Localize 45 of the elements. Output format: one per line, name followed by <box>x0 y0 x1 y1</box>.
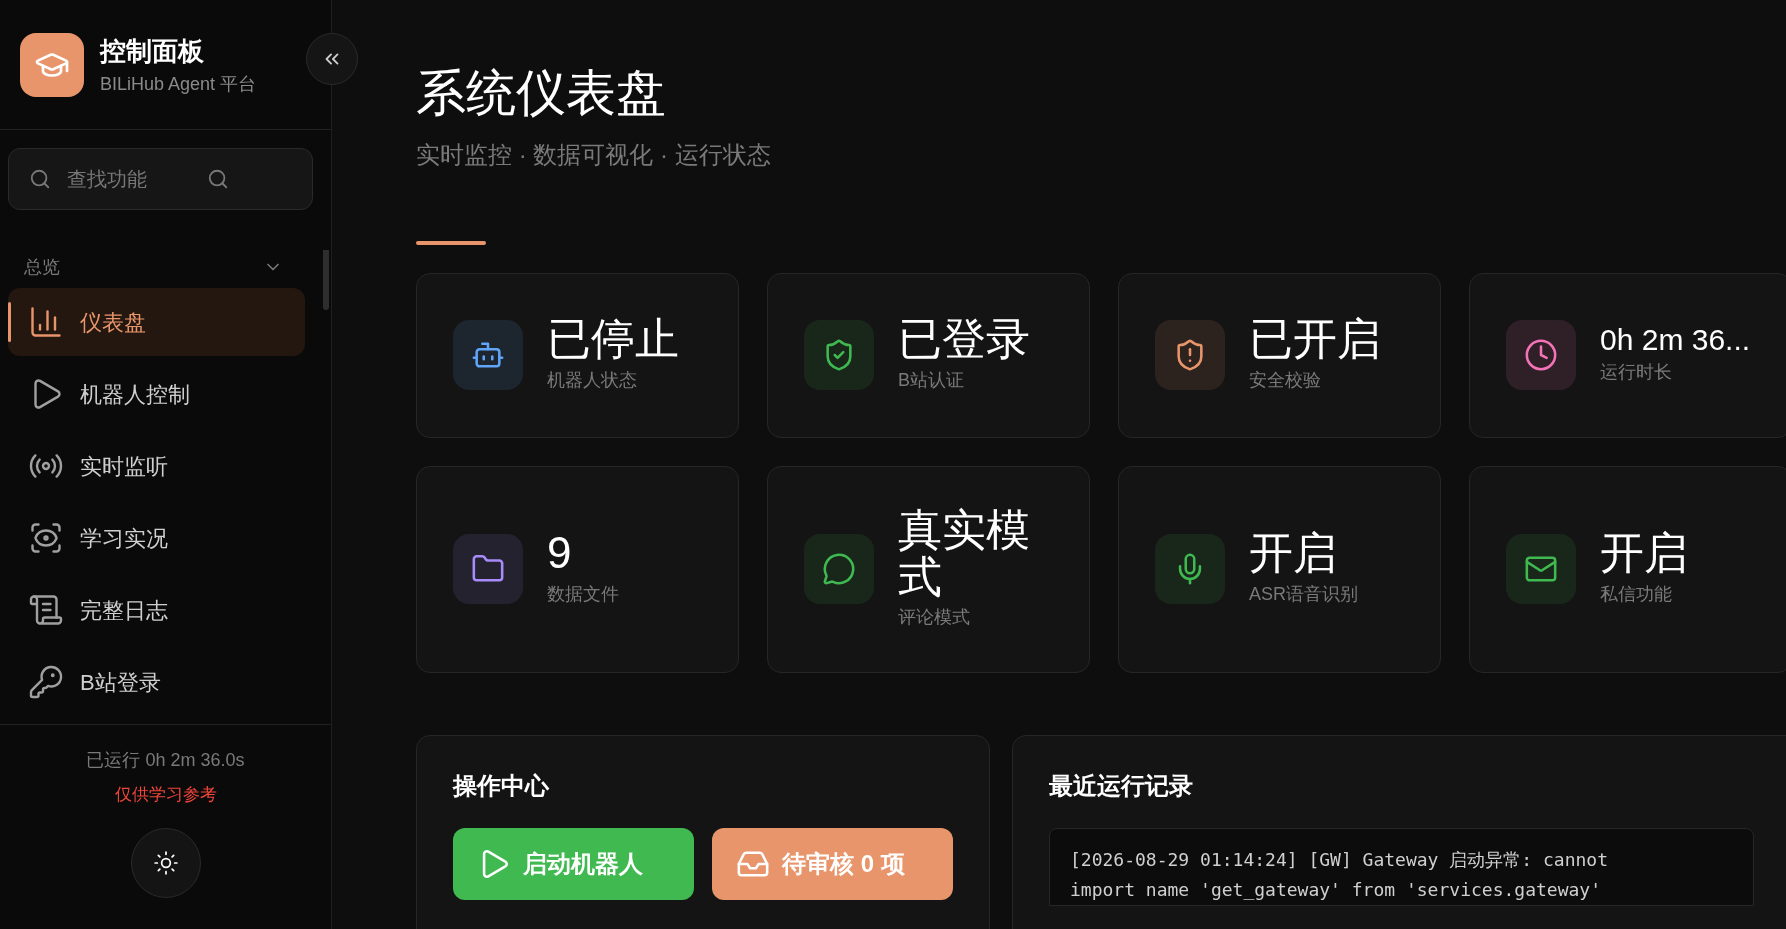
nav-item[interactable]: 机器人控制 <box>8 360 305 428</box>
accent-bar <box>416 240 486 245</box>
nav-item[interactable]: 仪表盘 <box>8 288 305 356</box>
clock-icon <box>1524 338 1558 372</box>
stat-label: 数据文件 <box>547 582 620 606</box>
stat-label: 私信功能 <box>1600 582 1673 606</box>
bar-chart-icon <box>28 304 64 340</box>
notice-text: 仅供学习参考 <box>114 784 217 806</box>
stat-label: ASR语音识别 <box>1249 582 1359 606</box>
chat-bubble-icon <box>822 552 856 586</box>
page-title: 系统仪表盘 <box>416 64 667 123</box>
panel-title: 操作中心 <box>453 770 550 801</box>
stat-label: 评论模式 <box>898 605 971 629</box>
scroll-icon <box>28 592 64 628</box>
stat-value: 真实模式 <box>898 507 1031 600</box>
nav-item[interactable]: 学习实况 <box>8 504 305 572</box>
stat-value: 已开启 <box>1249 316 1382 363</box>
nav-item[interactable]: B站登录 <box>8 648 305 716</box>
stat-value: 9 <box>547 530 573 577</box>
stat-value: 开启 <box>1249 530 1338 577</box>
stat-value: 已登录 <box>898 316 1031 363</box>
uptime-text: 已运行 0h 2m 36.0s <box>86 749 245 772</box>
eye-scan-icon <box>28 520 64 556</box>
log-line: import name 'get_gateway' from 'services.gateway' <box>1070 877 1602 902</box>
stat-label: 运行时长 <box>1600 361 1673 385</box>
stat-label: 机器人状态 <box>547 368 638 392</box>
log-line: [2026-08-29 01:14:24] [GW] Gateway 启动异常: cannot <box>1070 847 1609 872</box>
collapse-button[interactable] <box>306 33 358 85</box>
nav-item[interactable]: 完整日志 <box>8 576 305 644</box>
sun-icon <box>152 849 179 876</box>
panel-title: 最近运行记录 <box>1049 770 1194 801</box>
section-header[interactable]: 总览 <box>0 250 331 284</box>
key-icon <box>28 664 64 700</box>
stat-value: 0h 2m 36... <box>1600 323 1751 356</box>
app-subtitle: BILiHub Agent 平台 <box>100 72 257 96</box>
search-icon <box>207 168 229 190</box>
search-field[interactable]: 查找功能 <box>67 164 207 194</box>
stat-value: 已停止 <box>547 316 680 363</box>
nav-item[interactable]: 实时监听 <box>8 432 305 500</box>
stat-label: B站认证 <box>898 368 965 392</box>
stat-value: 开启 <box>1600 530 1689 577</box>
stat-label: 安全校验 <box>1249 368 1322 392</box>
search-icon <box>29 168 51 190</box>
page-subtitle: 实时监控 · 数据可视化 · 运行状态 <box>416 139 772 170</box>
app-title: 控制面板 <box>100 34 205 68</box>
